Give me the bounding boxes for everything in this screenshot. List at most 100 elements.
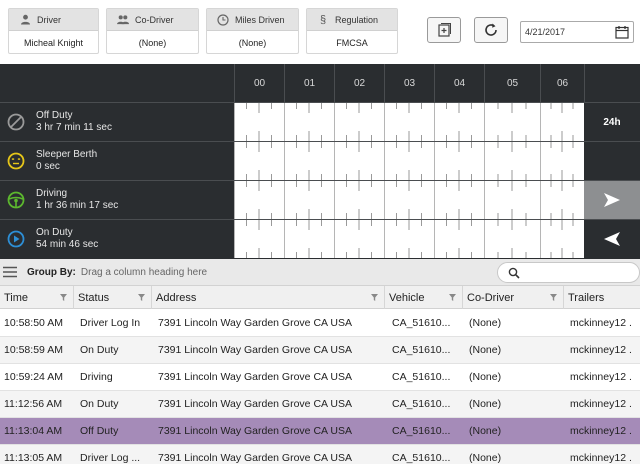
cell-status: Driver Log In (80, 317, 141, 329)
cell-vehicle: CA_51610... (392, 452, 451, 464)
table-row[interactable]: 10:58:50 AM Driver Log In 7391 Lincoln W… (0, 310, 640, 337)
cell-time: 11:13:04 AM (4, 425, 63, 437)
status-track (234, 220, 584, 258)
cell-co-driver: (None) (469, 317, 502, 329)
filter-icon[interactable] (138, 294, 145, 301)
cell-vehicle: CA_51610... (392, 317, 451, 329)
cell-co-driver: (None) (469, 371, 502, 383)
regulation-card: § Regulation FMCSA (306, 8, 398, 54)
cell-status: Driving (80, 371, 113, 383)
column-header-status[interactable]: Status (73, 286, 151, 309)
status-row-sleeper-berth: Sleeper Berth 0 sec (0, 141, 640, 180)
cell-co-driver: (None) (469, 425, 502, 437)
steering-wheel-icon (7, 191, 25, 209)
cell-trailers: mckinney12 . (570, 425, 632, 437)
table-row[interactable]: 11:12:56 AM On Duty 7391 Lincoln Way Gar… (0, 391, 640, 418)
column-header-address[interactable]: Address (151, 286, 384, 309)
people-icon (117, 14, 129, 26)
refresh-button[interactable] (474, 17, 508, 43)
cell-time: 10:58:50 AM (4, 317, 63, 329)
cell-time: 11:13:05 AM (4, 452, 63, 464)
status-row-off-duty: Off Duty 3 hr 7 min 11 sec 24h (0, 102, 640, 141)
cell-co-driver: (None) (469, 398, 502, 410)
filter-icon[interactable] (371, 294, 378, 301)
status-name: On Duty (36, 227, 73, 238)
date-picker[interactable]: 4/21/2017 (520, 21, 634, 43)
group-by-dropzone[interactable]: Drag a column heading here (81, 267, 207, 278)
cell-time: 11:12:56 AM (4, 398, 63, 410)
cell-address: 7391 Lincoln Way Garden Grove CA USA (158, 344, 352, 356)
table-header: Time Status Address Vehicle Co-Driver Tr… (0, 286, 640, 309)
hour-label: 02 (334, 64, 384, 102)
cell-address: 7391 Lincoln Way Garden Grove CA USA (158, 425, 352, 437)
arrow-left-icon (604, 232, 620, 246)
log-header: Driver Micheal Knight Co-Driver (None) M… (0, 0, 640, 64)
cell-status: Driver Log ... (80, 452, 141, 464)
column-header-co-driver[interactable]: Co-Driver (462, 286, 563, 309)
cell-trailers: mckinney12 . (570, 398, 632, 410)
regulation-label: Regulation (335, 14, 379, 25)
status-duration: 3 hr 7 min 11 sec (36, 122, 112, 133)
miles-value: (None) (238, 37, 267, 48)
cell-vehicle: CA_51610... (392, 371, 451, 383)
table-row-selected[interactable]: 11:13:04 AM Off Duty 7391 Lincoln Way Ga… (0, 418, 640, 445)
cell-address: 7391 Lincoln Way Garden Grove CA USA (158, 371, 352, 383)
range-24h-button[interactable]: 24h (584, 103, 640, 141)
cell-co-driver: (None) (469, 344, 502, 356)
status-name: Driving (36, 188, 68, 199)
cell-trailers: mckinney12 . (570, 317, 632, 329)
refresh-icon (485, 23, 497, 36)
cell-time: 10:59:24 AM (4, 371, 63, 383)
status-duration: 1 hr 36 min 17 sec (36, 200, 119, 211)
scroll-forward-button[interactable] (584, 181, 640, 219)
filter-icon[interactable] (60, 294, 67, 301)
hour-label: 05 (484, 64, 540, 102)
co-driver-label: Co-Driver (135, 14, 174, 25)
date-value: 4/21/2017 (525, 27, 566, 37)
status-track (234, 142, 584, 180)
scroll-back-button[interactable] (584, 220, 640, 258)
status-track (234, 181, 584, 219)
add-document-icon (438, 23, 451, 37)
add-entry-button[interactable] (427, 17, 461, 43)
co-driver-value: (None) (138, 37, 167, 48)
cell-co-driver: (None) (469, 452, 502, 464)
hour-label: 01 (284, 64, 334, 102)
cell-vehicle: CA_51610... (392, 398, 451, 410)
column-header-vehicle[interactable]: Vehicle (384, 286, 462, 309)
cell-status: Off Duty (80, 425, 119, 437)
cell-trailers: mckinney12 . (570, 344, 632, 356)
cell-address: 7391 Lincoln Way Garden Grove CA USA (158, 317, 352, 329)
miles-label: Miles Driven (235, 14, 285, 25)
hour-label-spacer (584, 64, 640, 102)
group-by-bar: Group By: Drag a column heading here (0, 259, 640, 286)
table-row[interactable]: 10:59:24 AM Driving 7391 Lincoln Way Gar… (0, 364, 640, 391)
table-row[interactable]: 10:58:59 AM On Duty 7391 Lincoln Way Gar… (0, 337, 640, 364)
search-icon (508, 267, 520, 279)
play-icon (7, 230, 25, 248)
status-name: Off Duty (36, 110, 73, 121)
filter-icon[interactable] (449, 294, 456, 301)
off-duty-icon (7, 113, 25, 131)
clock-icon (217, 13, 229, 26)
status-track (234, 103, 584, 141)
duty-status-chart: 00 01 02 03 04 05 06 Off Duty 3 hr 7 min… (0, 64, 640, 259)
group-by-label: Group By: (27, 266, 76, 278)
status-duration: 54 min 46 sec (36, 239, 99, 250)
status-row-driving: Driving 1 hr 36 min 17 sec (0, 180, 640, 219)
table-row[interactable]: 11:13:05 AM Driver Log ... 7391 Lincoln … (0, 445, 640, 464)
cell-vehicle: CA_51610... (392, 425, 451, 437)
hour-label: 04 (434, 64, 484, 102)
section-icon: § (319, 13, 327, 26)
driver-value: Micheal Knight (23, 37, 84, 48)
column-header-trailers[interactable]: Trailers (563, 286, 640, 309)
range-spacer (584, 142, 640, 180)
regulation-value: FMCSA (336, 37, 368, 48)
calendar-icon[interactable] (615, 25, 629, 39)
filter-icon[interactable] (550, 294, 557, 301)
search-input[interactable] (497, 262, 640, 283)
menu-icon[interactable] (3, 266, 17, 278)
person-icon (19, 14, 31, 26)
column-header-time[interactable]: Time (0, 286, 73, 309)
driver-card: Driver Micheal Knight (8, 8, 99, 54)
